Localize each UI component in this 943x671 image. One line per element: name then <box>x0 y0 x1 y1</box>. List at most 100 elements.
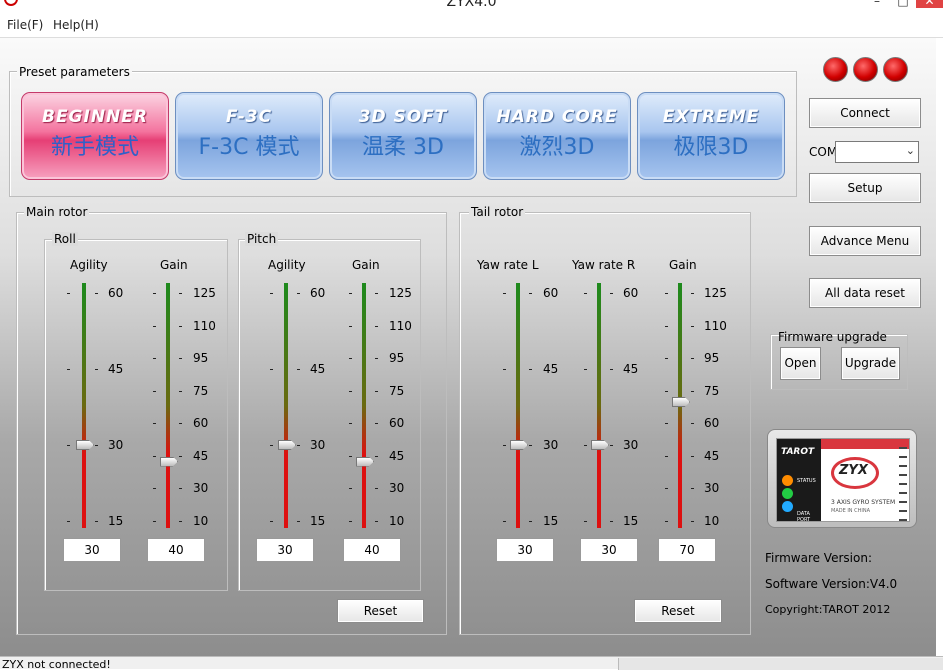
pitch-agility-value[interactable]: 30 <box>256 538 314 562</box>
pitch-gain-tick-left <box>349 521 352 522</box>
yaw-rate-r-tick-label: 15 <box>623 514 639 528</box>
device-left-panel: TAROT STATUS DATA PORT <box>777 439 821 522</box>
pitch-gain-label: Gain <box>352 258 380 272</box>
roll-agility-slider-track[interactable] <box>82 283 86 528</box>
maximize-button[interactable]: □ <box>890 0 916 8</box>
copyright: Copyright:TAROT 2012 <box>765 603 891 616</box>
status-led-3 <box>883 57 908 82</box>
upgrade-button[interactable]: Upgrade <box>841 347 900 380</box>
tail-gain-tick-label: 125 <box>704 286 727 300</box>
yaw-rate-r-tick-label: 30 <box>623 438 639 452</box>
pitch-gain-tick-right <box>375 390 378 392</box>
roll-gain-tick-left <box>153 390 156 392</box>
yaw-rate-l-tick-right <box>529 369 532 370</box>
tail-gain-tick-label: 10 <box>704 514 720 528</box>
pitch-gain-tick-left <box>349 390 352 392</box>
open-button[interactable]: Open <box>780 347 821 380</box>
device-dataport-text: DATA PORT <box>797 511 811 522</box>
yaw-rate-r-tick-right <box>610 369 613 370</box>
pitch-gain-value[interactable]: 40 <box>343 538 401 562</box>
pitch-gain-tick-label: 110 <box>389 318 412 333</box>
pitch-gain-tick-right <box>375 488 378 490</box>
pitch-gain-slider-track[interactable] <box>362 283 366 528</box>
roll-agility-label: Agility <box>70 258 108 272</box>
roll-agility-tick-right <box>95 369 98 370</box>
pitch-agility-label: Agility <box>268 258 306 272</box>
pitch-agility-tick-right <box>297 293 300 294</box>
title-bar: ZYX4.0 – □ ✕ <box>0 0 943 12</box>
minimize-button[interactable]: – <box>864 0 890 8</box>
client-area: Preset parameters BEGINNER 新手模式 F-3C F-3… <box>0 38 936 656</box>
yaw-rate-r-tick-left <box>584 521 587 522</box>
roll-agility-tick-label: 45 <box>108 362 124 376</box>
tail-gain-tick-left <box>665 423 668 425</box>
menu-file[interactable]: File(F) <box>7 18 43 32</box>
menu-help[interactable]: Help(H) <box>53 18 99 32</box>
tail-gain-value[interactable]: 70 <box>658 538 716 562</box>
pitch-gain-tick-right <box>375 358 378 360</box>
tail-gain-tick-label: 110 <box>704 318 727 333</box>
pitch-gain-tick-label: 125 <box>389 286 412 300</box>
setup-button[interactable]: Setup <box>809 173 921 203</box>
pitch-gain-tick-left <box>349 358 352 360</box>
roll-agility-tick-right <box>95 445 98 446</box>
yaw-rate-l-tick-left <box>503 521 506 522</box>
pitch-gain-tick-right <box>375 423 378 425</box>
close-button[interactable]: ✕ <box>916 0 943 8</box>
software-version: Software Version:V4.0 <box>765 577 898 591</box>
pitch-gain-tick-label: 95 <box>389 351 405 366</box>
roll-agility-value[interactable]: 30 <box>63 538 121 562</box>
roll-agility-tick-label: 15 <box>108 514 124 528</box>
roll-agility-tick-left <box>67 293 70 294</box>
roll-gain-tick-left <box>153 488 156 490</box>
preset-hard-core[interactable]: HARD CORE 激烈3D <box>483 92 631 180</box>
yaw-rate-l-tick-right <box>529 445 532 446</box>
yaw-rate-l-tick-right <box>529 521 532 522</box>
yaw-rate-r-tick-left <box>584 445 587 446</box>
roll-gain-tick-left <box>153 293 156 294</box>
tail-rotor-reset-button[interactable]: Reset <box>634 599 722 623</box>
yaw-rate-r-slider-track[interactable] <box>597 283 601 528</box>
pitch-agility-tick-label: 45 <box>310 362 326 376</box>
tail-gain-tick-left <box>665 293 668 294</box>
roll-gain-slider-track[interactable] <box>166 283 170 528</box>
device-led-green <box>782 488 793 499</box>
advance-menu-button[interactable]: Advance Menu <box>809 226 921 256</box>
pitch-agility-slider-track[interactable] <box>284 283 288 528</box>
pitch-legend: Pitch <box>245 232 279 246</box>
roll-agility-tick-right <box>95 521 98 522</box>
preset-3d-soft[interactable]: 3D SOFT 温柔 3D <box>329 92 477 180</box>
yaw-rate-l-value[interactable]: 30 <box>496 538 554 562</box>
roll-gain-value[interactable]: 40 <box>147 538 205 562</box>
roll-gain-tick-label: 110 <box>193 318 216 333</box>
yaw-rate-r-tick-left <box>584 369 587 370</box>
window-edge <box>936 38 943 656</box>
yaw-rate-r-tick-right <box>610 521 613 522</box>
tail-gain-tick-left <box>665 488 668 490</box>
roll-gain-tick-right <box>179 423 182 425</box>
roll-gain-tick-right <box>179 488 182 490</box>
all-data-reset-button[interactable]: All data reset <box>809 278 921 308</box>
preset-beginner[interactable]: BEGINNER 新手模式 <box>21 92 169 180</box>
tail-gain-tick-right <box>691 521 694 522</box>
com-port-select[interactable]: ⌄ <box>835 141 919 163</box>
pitch-gain-tick-label: 75 <box>389 383 405 398</box>
yaw-rate-r-value[interactable]: 30 <box>580 538 638 562</box>
tail-gain-tick-right <box>691 293 694 294</box>
yaw-rate-r-tick-label: 60 <box>623 286 639 300</box>
preset-extreme[interactable]: EXTREME 极限3D <box>637 92 785 180</box>
pitch-agility-tick-right <box>297 521 300 522</box>
yaw-rate-r-tick-label: 45 <box>623 362 639 376</box>
preset-f3c[interactable]: F-3C F-3C 模式 <box>175 92 323 180</box>
pitch-gain-tick-left <box>349 293 352 294</box>
main-rotor-reset-button[interactable]: Reset <box>337 599 424 623</box>
tail-gain-tick-left <box>665 390 668 392</box>
yaw-rate-l-tick-left <box>503 293 506 294</box>
connect-button[interactable]: Connect <box>809 98 921 128</box>
yaw-rate-l-tick-left <box>503 369 506 370</box>
roll-gain-tick-left <box>153 358 156 360</box>
pitch-gain-tick-left <box>349 455 352 457</box>
preset-beginner-zh: 新手模式 <box>50 135 139 160</box>
roll-gain-tick-label: 45 <box>193 448 209 463</box>
yaw-rate-l-slider-track[interactable] <box>516 283 520 528</box>
